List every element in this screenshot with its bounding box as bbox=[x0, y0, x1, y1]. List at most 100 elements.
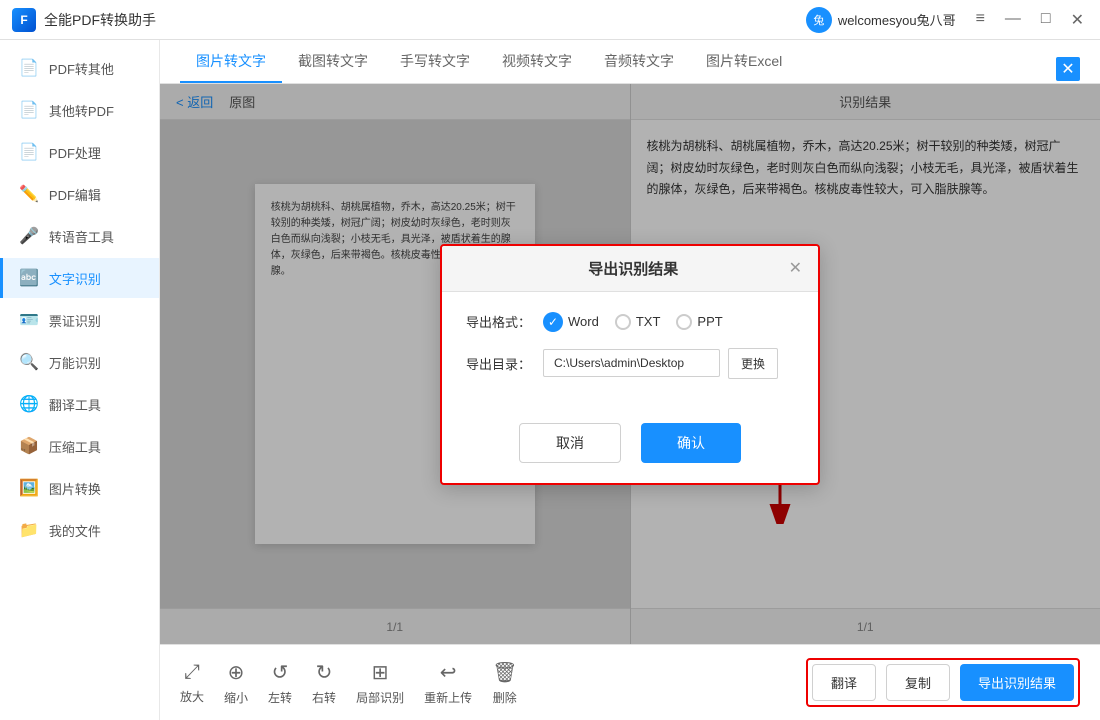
reupload-label: 重新上传 bbox=[424, 689, 472, 706]
export-modal: 导出识别结果 ✕ 导出格式： ✓ Word bbox=[440, 244, 820, 485]
tool-rotate-left[interactable]: ↺ 左转 bbox=[268, 660, 292, 706]
local-ocr-icon: ⊞ bbox=[372, 660, 389, 685]
sidebar-label-my-files: 我的文件 bbox=[49, 521, 101, 540]
zoom-in-icon: ⤢ bbox=[184, 661, 200, 684]
txt-radio bbox=[615, 314, 631, 330]
sidebar-label-other-pdf: 其他转PDF bbox=[49, 101, 114, 120]
dir-label: 导出目录： bbox=[466, 354, 531, 373]
modal-header: 导出识别结果 ✕ bbox=[442, 246, 818, 292]
reupload-icon: ↩ bbox=[440, 660, 457, 685]
pdf-edit-icon: ✏️ bbox=[19, 184, 39, 204]
sidebar-label-text-ocr: 文字识别 bbox=[49, 269, 101, 288]
tool-reupload[interactable]: ↩ 重新上传 bbox=[424, 660, 472, 706]
close-button[interactable]: ✕ bbox=[1067, 10, 1088, 30]
dir-input-group: 更换 bbox=[543, 348, 778, 379]
format-ppt[interactable]: PPT bbox=[676, 314, 722, 330]
rotate-left-icon: ↺ bbox=[272, 660, 289, 685]
confirm-button[interactable]: 确认 bbox=[641, 423, 741, 463]
sidebar-item-img-convert[interactable]: 🖼️ 图片转换 bbox=[0, 468, 159, 508]
zoom-out-label: 缩小 bbox=[224, 689, 248, 706]
cert-ocr-icon: 🪪 bbox=[19, 310, 39, 330]
avatar: 兔 bbox=[806, 7, 832, 33]
tab-img-to-text[interactable]: 图片转文字 bbox=[180, 41, 282, 83]
sidebar-label-pdf-process: PDF处理 bbox=[49, 143, 101, 162]
tabbar: 图片转文字 截图转文字 手写转文字 视频转文字 音频转文字 图片转Excel ✕ bbox=[160, 40, 1100, 84]
change-dir-button[interactable]: 更换 bbox=[728, 348, 778, 379]
format-label: 导出格式： bbox=[466, 312, 531, 331]
dir-input[interactable] bbox=[543, 349, 720, 377]
sidebar-label-pdf-edit: PDF编辑 bbox=[49, 185, 101, 204]
maximize-button[interactable]: □ bbox=[1037, 10, 1055, 30]
sidebar-item-my-files[interactable]: 📁 我的文件 bbox=[0, 510, 159, 550]
translate-icon: 🌐 bbox=[19, 394, 39, 414]
menu-button[interactable]: ≡ bbox=[972, 10, 989, 30]
modal-footer: 取消 确认 bbox=[442, 415, 818, 483]
tab-video-to-text[interactable]: 视频转文字 bbox=[486, 41, 588, 83]
sidebar-item-pdf-other[interactable]: 📄 PDF转其他 bbox=[0, 48, 159, 88]
pdf-process-icon: 📄 bbox=[19, 142, 39, 162]
delete-icon: 🗑 bbox=[492, 660, 517, 685]
rotate-right-icon: ↻ bbox=[316, 660, 333, 685]
sidebar-item-text-ocr[interactable]: 🔤 文字识别 bbox=[0, 258, 159, 298]
workspace: < 返回 原图 核桃为胡桃科、胡桃属植物，乔木，高达20.25米；树干较别的种类… bbox=[160, 84, 1100, 644]
word-checkmark: ✓ bbox=[543, 312, 563, 332]
modal-body: 导出格式： ✓ Word TXT bbox=[442, 292, 818, 415]
sidebar-item-universal-ocr[interactable]: 🔍 万能识别 bbox=[0, 342, 159, 382]
tab-close-area: ✕ bbox=[1056, 57, 1080, 83]
sidebar-item-speech[interactable]: 🎤 转语音工具 bbox=[0, 216, 159, 256]
tool-rotate-right[interactable]: ↻ 右转 bbox=[312, 660, 336, 706]
tool-zoom-in[interactable]: ⤢ 放大 bbox=[180, 661, 204, 705]
ppt-label: PPT bbox=[697, 314, 722, 329]
toolbar-tools: ⤢ 放大 ⊕ 缩小 ↺ 左转 ↻ 右转 ⊞ 局部识别 bbox=[180, 660, 517, 706]
tab-close-button[interactable]: ✕ bbox=[1056, 57, 1080, 81]
sidebar-item-translate[interactable]: 🌐 翻译工具 bbox=[0, 384, 159, 424]
compress-icon: 📦 bbox=[19, 436, 39, 456]
titlebar-right: 兔 welcomesyou兔八哥 ≡ — □ ✕ bbox=[806, 7, 1088, 33]
tab-clip-to-text[interactable]: 截图转文字 bbox=[282, 41, 384, 83]
sidebar-item-compress[interactable]: 📦 压缩工具 bbox=[0, 426, 159, 466]
tab-handwrite-to-text[interactable]: 手写转文字 bbox=[384, 41, 486, 83]
sidebar-label-translate: 翻译工具 bbox=[49, 395, 101, 414]
modal-close-button[interactable]: ✕ bbox=[789, 258, 802, 278]
app-title: 全能PDF转换助手 bbox=[44, 10, 156, 30]
minimize-button[interactable]: — bbox=[1001, 10, 1025, 30]
titlebar: F 全能PDF转换助手 兔 welcomesyou兔八哥 ≡ — □ ✕ bbox=[0, 0, 1100, 40]
txt-label: TXT bbox=[636, 314, 661, 329]
dir-row: 导出目录： 更换 bbox=[466, 348, 794, 379]
sidebar-label-universal-ocr: 万能识别 bbox=[49, 353, 101, 372]
sidebar-item-pdf-edit[interactable]: ✏️ PDF编辑 bbox=[0, 174, 159, 214]
rotate-left-label: 左转 bbox=[268, 689, 292, 706]
word-label: Word bbox=[568, 314, 599, 329]
tab-img-to-excel[interactable]: 图片转Excel bbox=[690, 41, 798, 83]
sidebar-label-compress: 压缩工具 bbox=[49, 437, 101, 456]
sidebar-item-cert-ocr[interactable]: 🪪 票证识别 bbox=[0, 300, 159, 340]
main-layout: 📄 PDF转其他 📄 其他转PDF 📄 PDF处理 ✏️ PDF编辑 🎤 转语音… bbox=[0, 40, 1100, 720]
sidebar-item-other-pdf[interactable]: 📄 其他转PDF bbox=[0, 90, 159, 130]
copy-button[interactable]: 复制 bbox=[886, 664, 950, 701]
sidebar-label-speech: 转语音工具 bbox=[49, 227, 114, 246]
img-convert-icon: 🖼️ bbox=[19, 478, 39, 498]
format-txt[interactable]: TXT bbox=[615, 314, 661, 330]
titlebar-left: F 全能PDF转换助手 bbox=[12, 8, 156, 32]
zoom-out-icon: ⊕ bbox=[228, 660, 245, 685]
my-files-icon: 📁 bbox=[19, 520, 39, 540]
sidebar: 📄 PDF转其他 📄 其他转PDF 📄 PDF处理 ✏️ PDF编辑 🎤 转语音… bbox=[0, 40, 160, 720]
modal-overlay: 导出识别结果 ✕ 导出格式： ✓ Word bbox=[160, 84, 1100, 644]
sidebar-item-pdf-process[interactable]: 📄 PDF处理 bbox=[0, 132, 159, 172]
username: welcomesyou兔八哥 bbox=[838, 10, 956, 29]
sidebar-label-cert-ocr: 票证识别 bbox=[49, 311, 101, 330]
tool-delete[interactable]: 🗑 删除 bbox=[492, 660, 517, 706]
tab-audio-to-text[interactable]: 音频转文字 bbox=[588, 41, 690, 83]
cancel-button[interactable]: 取消 bbox=[519, 423, 621, 463]
tool-zoom-out[interactable]: ⊕ 缩小 bbox=[224, 660, 248, 706]
pdf-other-icon: 📄 bbox=[19, 58, 39, 78]
format-word[interactable]: ✓ Word bbox=[543, 312, 599, 332]
universal-ocr-icon: 🔍 bbox=[19, 352, 39, 372]
modal-title: 导出识别结果 bbox=[458, 258, 789, 279]
ppt-radio bbox=[676, 314, 692, 330]
translate-button[interactable]: 翻译 bbox=[812, 664, 876, 701]
local-ocr-label: 局部识别 bbox=[356, 689, 404, 706]
tool-local-ocr[interactable]: ⊞ 局部识别 bbox=[356, 660, 404, 706]
text-ocr-icon: 🔤 bbox=[19, 268, 39, 288]
export-button[interactable]: 导出识别结果 bbox=[960, 664, 1074, 701]
